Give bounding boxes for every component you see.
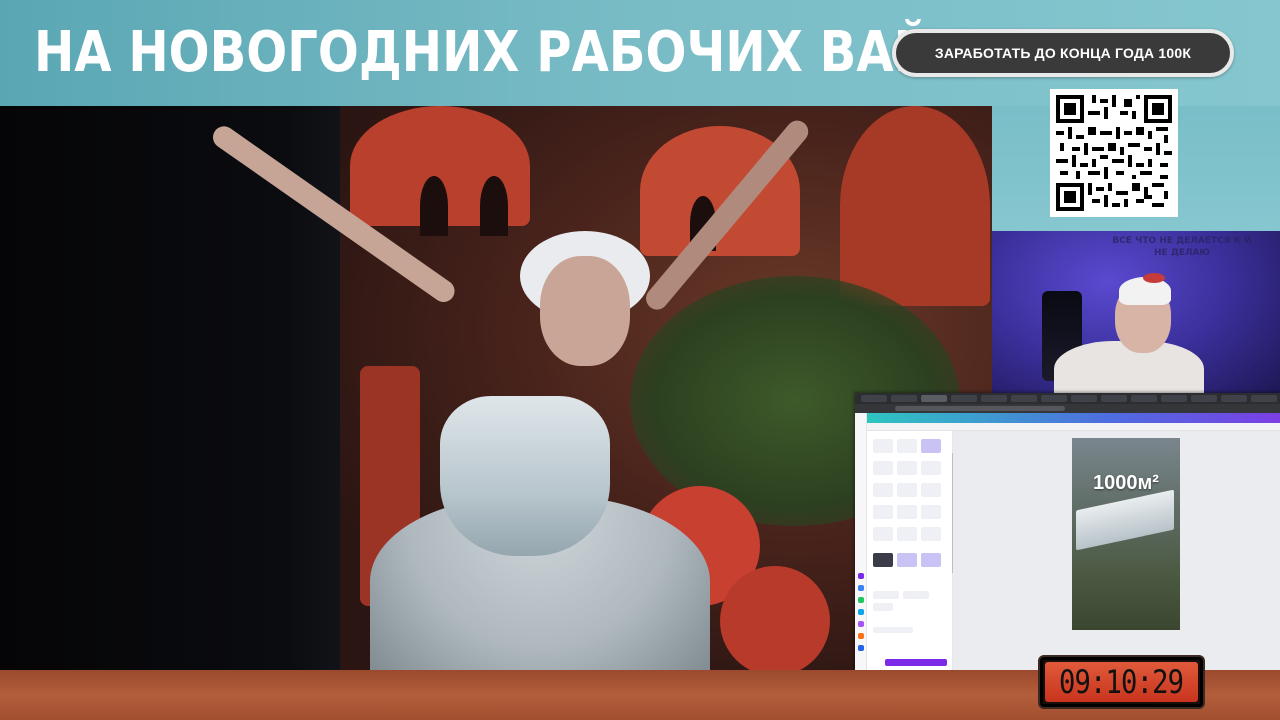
template-thumb[interactable]	[897, 439, 917, 453]
browser-tab[interactable]	[1041, 395, 1067, 402]
template-thumb[interactable]	[873, 527, 893, 541]
template-thumb[interactable]	[873, 483, 893, 497]
browser-tabbar	[855, 393, 1280, 404]
browser-tab[interactable]	[1161, 395, 1187, 402]
template-thumb[interactable]	[897, 505, 917, 519]
design-preview[interactable]: 1000м²	[1072, 438, 1180, 630]
template-thumb[interactable]	[873, 461, 893, 475]
template-thumb[interactable]	[921, 505, 941, 519]
canva-sub-toolbar	[867, 423, 1280, 431]
cta-label: ЗАРАБОТАТЬ ДО КОНЦА ГОДА 100К	[934, 45, 1192, 61]
browser-tab[interactable]	[1191, 395, 1217, 402]
design-title: 1000м²	[1093, 472, 1159, 494]
stage-ornament	[720, 566, 830, 670]
rail-icon[interactable]	[858, 621, 864, 627]
webcam-feed: ВСЕ ЧТО НЕ ДЕЛАЕТСЯ К И НЕ ДЕЛАЮ	[992, 231, 1280, 401]
webcam-wall-text: ВСЕ ЧТО НЕ ДЕЛАЕТСЯ К И НЕ ДЕЛАЮ	[1112, 236, 1252, 258]
screen-share: 1000м²	[855, 393, 1280, 670]
cta-button[interactable]: ЗАРАБОТАТЬ ДО КОНЦА ГОДА 100К	[892, 29, 1234, 77]
address-input[interactable]	[895, 406, 1065, 411]
option-chip[interactable]	[873, 627, 913, 633]
canva-top-toolbar	[867, 413, 1280, 423]
canva-side-rail	[855, 413, 867, 670]
stream-timer: 09:10:29	[1040, 657, 1203, 707]
rail-icon[interactable]	[858, 645, 864, 651]
browser-tab[interactable]	[1011, 395, 1037, 402]
dancer-face	[540, 256, 630, 366]
template-thumb[interactable]	[873, 439, 893, 453]
template-thumb[interactable]	[921, 439, 941, 453]
browser-tab[interactable]	[1101, 395, 1127, 402]
template-thumb[interactable]	[873, 505, 893, 519]
stage-dome	[840, 106, 990, 306]
main-video	[0, 106, 992, 670]
option-chip[interactable]	[873, 603, 893, 611]
template-thumb[interactable]	[897, 527, 917, 541]
stage-arch	[480, 176, 508, 236]
browser-tab[interactable]	[951, 395, 977, 402]
template-thumb[interactable]	[897, 461, 917, 475]
browser-tab[interactable]	[921, 395, 947, 402]
option-chip[interactable]	[903, 591, 929, 599]
browser-tab[interactable]	[1251, 395, 1277, 402]
timer-value: 09:10:29	[1059, 663, 1184, 701]
qr-code-icon[interactable]	[1050, 89, 1178, 217]
design-building-photo	[1076, 489, 1174, 551]
rail-icon[interactable]	[858, 585, 864, 591]
template-thumb[interactable]	[873, 553, 893, 567]
template-thumb[interactable]	[921, 461, 941, 475]
santa-hat-tip	[1143, 273, 1165, 283]
option-chip[interactable]	[873, 591, 899, 599]
template-thumb[interactable]	[897, 553, 917, 567]
rail-icon[interactable]	[858, 573, 864, 579]
template-thumb[interactable]	[921, 553, 941, 567]
rail-icon[interactable]	[858, 609, 864, 615]
stage-arch	[420, 176, 448, 236]
browser-tab[interactable]	[1071, 395, 1097, 402]
rail-icon[interactable]	[858, 633, 864, 639]
browser-tab[interactable]	[1131, 395, 1157, 402]
browser-tab[interactable]	[861, 395, 887, 402]
template-thumb[interactable]	[921, 527, 941, 541]
template-thumb[interactable]	[921, 483, 941, 497]
browser-tab[interactable]	[981, 395, 1007, 402]
browser-tab[interactable]	[891, 395, 917, 402]
canva-elements-panel	[867, 431, 953, 670]
dancer-bodice	[440, 396, 610, 556]
timer-display: 09:10:29	[1045, 662, 1198, 702]
rail-icon[interactable]	[858, 597, 864, 603]
qr-code-graphic	[1056, 95, 1172, 211]
template-thumb[interactable]	[897, 483, 917, 497]
canva-primary-button[interactable]	[885, 659, 947, 666]
browser-tab[interactable]	[1221, 395, 1247, 402]
